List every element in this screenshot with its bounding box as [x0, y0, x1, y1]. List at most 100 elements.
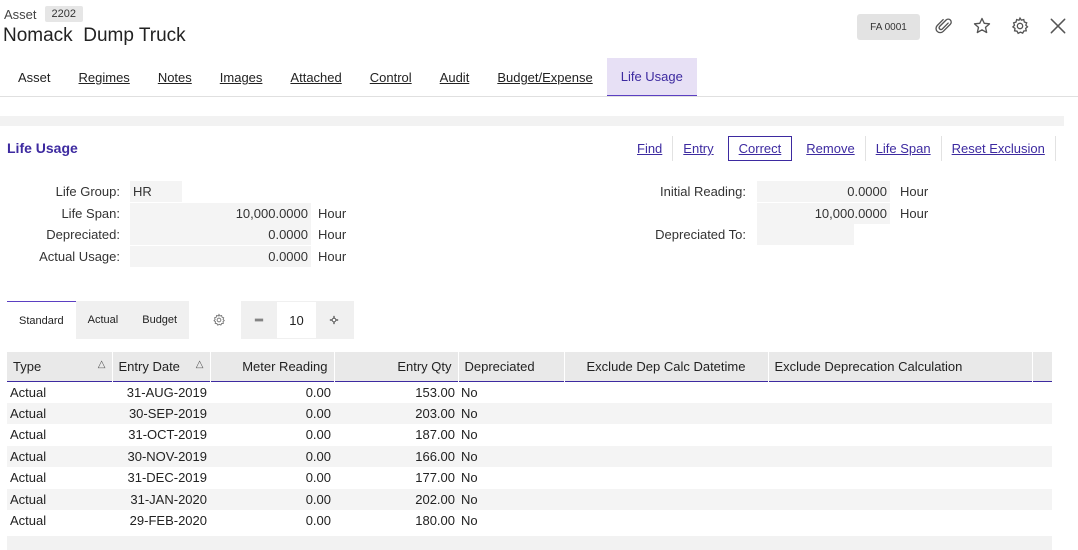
initial-reading-label: Initial Reading: — [660, 184, 746, 199]
subtab-budget[interactable]: Budget — [130, 301, 190, 339]
tab-control[interactable]: Control — [356, 58, 426, 97]
grid-view-tabs: Standard Actual Budget — [7, 301, 190, 339]
cell-depreciated: No — [461, 513, 478, 529]
initial-reading-unit: Hour — [900, 184, 929, 199]
life-group-field[interactable]: HR — [130, 181, 182, 202]
table-row[interactable]: Actual 31-DEC-2019 0.00 177.00 No — [7, 467, 1052, 489]
actual-usage-field[interactable]: 0.0000 — [130, 246, 311, 267]
find-button[interactable]: Find — [627, 136, 674, 161]
fa-number-button[interactable]: FA 0001 — [857, 14, 920, 40]
cell-exclude-calc — [768, 510, 1032, 532]
entry-button[interactable]: Entry — [673, 136, 723, 161]
sort-asc-icon[interactable]: △ — [98, 359, 106, 370]
cell-meter-reading: 0.00 — [305, 513, 331, 529]
tab-budget-expense[interactable]: Budget/Expense — [483, 58, 606, 97]
cell-exclude-calc — [768, 488, 1032, 510]
life-span-total-field[interactable]: 10,000.0000 — [757, 203, 890, 224]
page-title: Nomack Dump Truck — [3, 25, 186, 46]
life-span-field[interactable]: 10,000.0000 — [130, 203, 311, 224]
remove-button[interactable]: Remove — [796, 136, 866, 161]
cell-entry-qty: 153.00 — [415, 384, 455, 400]
column-header-depreciated[interactable]: Depreciated — [458, 352, 565, 381]
cell-type: Actual — [10, 470, 47, 486]
actual-usage-unit: Hour — [318, 249, 347, 264]
table-row[interactable]: Actual 31-AUG-2019 0.00 153.00 No — [7, 381, 1052, 403]
cell-exclude-calc — [768, 445, 1032, 467]
cell-spacer — [1032, 445, 1052, 467]
close-icon[interactable] — [1047, 15, 1069, 37]
cell-exclude-datetime — [564, 467, 768, 489]
actual-usage-label: Actual Usage: — [39, 249, 120, 264]
grid-settings-icon[interactable] — [208, 310, 230, 330]
tab-regimes[interactable]: Regimes — [65, 58, 144, 97]
tab-attached[interactable]: Attached — [276, 58, 355, 97]
initial-reading-field[interactable]: 0.0000 — [757, 181, 890, 202]
cell-exclude-datetime — [564, 381, 768, 403]
gear-icon[interactable] — [1009, 15, 1031, 37]
cell-type: Actual — [7, 488, 112, 510]
cell-entry-date: 31-AUG-2019 — [126, 384, 207, 400]
cell-spacer — [1032, 488, 1052, 510]
subtab-standard[interactable]: Standard — [7, 301, 76, 339]
table-row[interactable]: Actual 30-NOV-2019 0.00 166.00 No — [7, 445, 1052, 467]
tab-images[interactable]: Images — [206, 58, 277, 97]
tab-audit[interactable]: Audit — [426, 58, 484, 97]
section-title: Life Usage — [7, 140, 78, 156]
column-header-meter-reading[interactable]: Meter Reading — [210, 352, 335, 381]
table-row[interactable]: Actual 31-JAN-2020 0.00 202.00 No — [7, 488, 1052, 510]
cell-meter-reading: 0.00 — [210, 402, 334, 424]
cell-depreciated: No — [461, 427, 478, 443]
cell-entry-qty: 203.00 — [334, 402, 458, 424]
cell-entry-date: 31-OCT-2019 — [128, 427, 207, 443]
column-header-exclude-dep-calc-datetime[interactable]: Exclude Dep Calc Datetime — [564, 352, 769, 381]
column-header-label: Exclude Deprecation Calculation — [774, 358, 963, 374]
minus-icon[interactable] — [241, 301, 277, 339]
page-size-value[interactable]: 10 — [277, 302, 316, 338]
reset-exclusion-button[interactable]: Reset Exclusion — [942, 136, 1056, 161]
correct-button[interactable]: Correct — [727, 136, 793, 161]
table-row[interactable]: Actual 30-SEP-2019 0.00 203.00 No — [7, 402, 1052, 424]
table-row[interactable]: Actual 29-FEB-2020 0.00 180.00 No — [7, 510, 1052, 532]
cell-exclude-calc — [768, 467, 1032, 489]
tab-notes[interactable]: Notes — [144, 58, 206, 97]
depreciated-label: Depreciated: — [46, 227, 120, 242]
cell-exclude-calc — [768, 402, 1032, 424]
depreciated-field[interactable]: 0.0000 — [130, 224, 311, 245]
paperclip-icon[interactable] — [933, 15, 955, 37]
section-divider — [0, 116, 1064, 126]
grid-footer — [7, 536, 1052, 550]
cell-exclude-datetime — [564, 488, 768, 510]
sort-asc-icon[interactable]: △ — [196, 359, 204, 370]
cell-spacer — [1032, 381, 1052, 403]
cell-depreciated: No — [458, 445, 564, 467]
life-group-label: Life Group: — [55, 184, 120, 199]
column-header-spacer — [1032, 352, 1053, 381]
column-header-exclude-deprecation-calculation[interactable]: Exclude Deprecation Calculation — [768, 352, 1033, 381]
column-header-label: Entry Qty — [397, 358, 452, 374]
column-header-entry-date[interactable]: Entry Date △ — [112, 352, 211, 381]
cell-exclude-datetime — [564, 445, 768, 467]
cell-meter-reading: 0.00 — [210, 445, 334, 467]
tab-life-usage[interactable]: Life Usage — [606, 58, 697, 97]
cell-entry-qty: 166.00 — [334, 445, 458, 467]
column-header-label: Meter Reading — [242, 358, 328, 374]
column-header-label: Type — [13, 358, 42, 374]
life-span-button[interactable]: Life Span — [866, 136, 942, 161]
plus-icon[interactable] — [316, 301, 352, 339]
depreciated-to-label: Depreciated To: — [655, 227, 746, 242]
depreciated-to-field[interactable] — [757, 224, 854, 245]
table-header-row: Type △ Entry Date △ Meter Reading Entry Qt… — [7, 352, 1053, 381]
column-header-entry-qty[interactable]: Entry Qty — [334, 352, 459, 381]
column-header-type[interactable]: Type △ — [7, 352, 113, 381]
life-usage-table: Type △ Entry Date △ Meter Reading Entry Qt… — [7, 352, 1053, 532]
column-header-label: Entry Date — [118, 358, 180, 374]
cell-type: Actual — [10, 513, 47, 529]
subtab-actual[interactable]: Actual — [75, 301, 131, 339]
cell-entry-qty: 180.00 — [415, 513, 455, 529]
star-icon[interactable] — [971, 15, 993, 37]
tab-asset[interactable]: Asset — [0, 58, 65, 97]
cell-meter-reading: 0.00 — [305, 427, 331, 443]
life-span-unit: Hour — [318, 206, 347, 221]
table-row[interactable]: Actual 31-OCT-2019 0.00 187.00 No — [7, 424, 1052, 446]
tab-bar: Asset Regimes Notes Images Attached Cont… — [0, 58, 697, 97]
